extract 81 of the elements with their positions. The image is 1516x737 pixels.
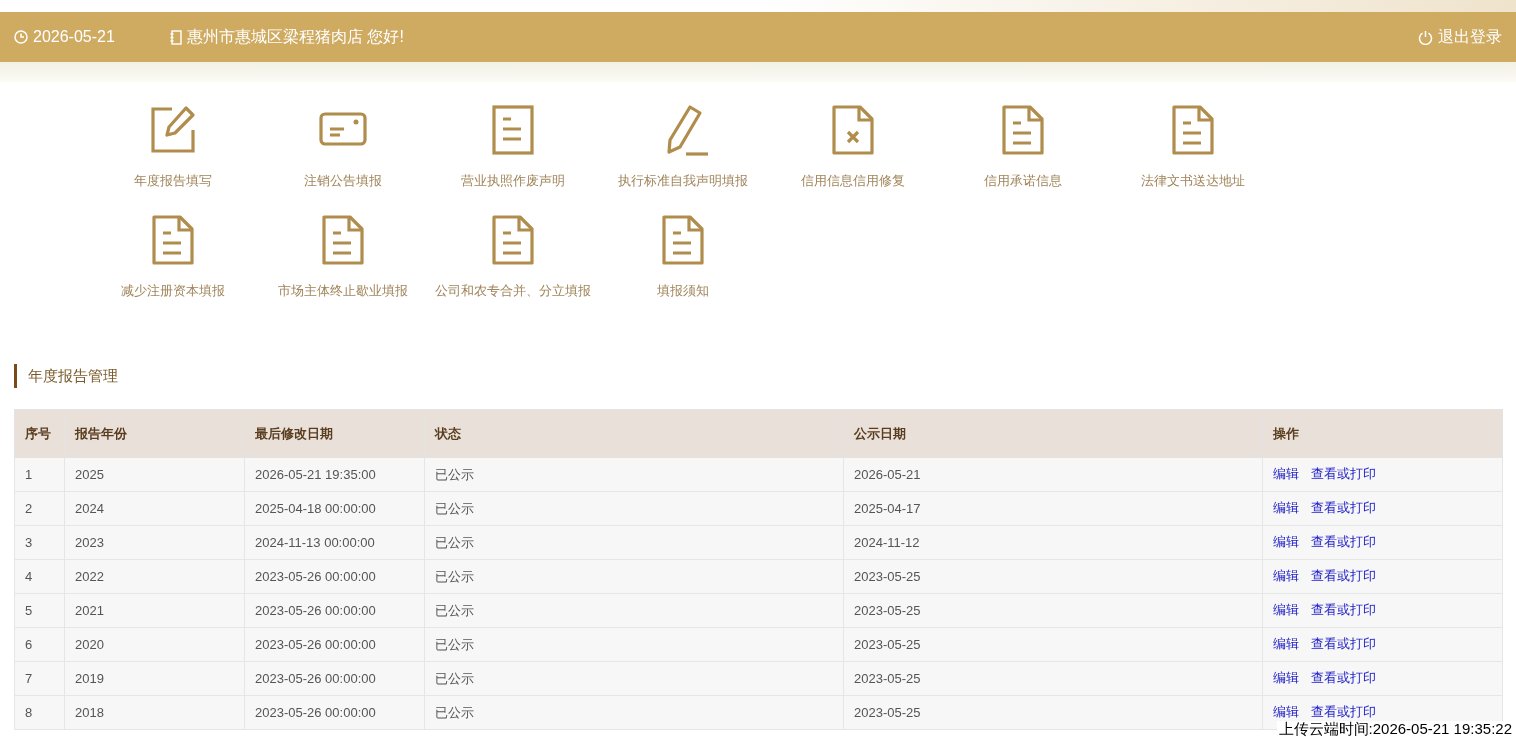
table-cell: 2	[14, 491, 65, 526]
edit-link[interactable]: 编辑	[1273, 634, 1299, 654]
column-header: 序号	[14, 409, 65, 458]
table-cell: 2023-05-26 00:00:00	[244, 627, 425, 662]
table-cell: 2023-05-25	[843, 593, 1263, 628]
table-cell: 2023-05-26 00:00:00	[244, 695, 425, 730]
table-cell: 4	[14, 559, 65, 594]
column-header: 报告年份	[64, 409, 245, 458]
view-print-link[interactable]: 查看或打印	[1311, 566, 1376, 586]
table-cell: 2023-05-26 00:00:00	[244, 661, 425, 696]
view-print-link[interactable]: 查看或打印	[1311, 532, 1376, 552]
shortcut-tile[interactable]: 填报须知	[598, 214, 768, 324]
table-cell: 7	[14, 661, 65, 696]
table-cell: 2025-04-17	[843, 491, 1263, 526]
shortcut-tile[interactable]: 信用承诺信息	[938, 104, 1108, 214]
table-cell: 2026-05-21 19:35:00	[244, 457, 425, 492]
column-header: 最后修改日期	[244, 409, 425, 458]
table-cell: 2023-05-25	[843, 559, 1263, 594]
shortcut-tile[interactable]: 年度报告填写	[88, 104, 258, 214]
view-print-link[interactable]: 查看或打印	[1311, 498, 1376, 518]
edit-link[interactable]: 编辑	[1273, 532, 1299, 552]
table-cell: 2018	[64, 695, 245, 730]
shortcut-tile[interactable]: 信用信息信用修复	[768, 104, 938, 214]
power-icon	[1418, 29, 1433, 45]
view-print-link[interactable]: 查看或打印	[1311, 702, 1376, 722]
table-cell: 2021	[64, 593, 245, 628]
table-cell: 已公示	[424, 661, 844, 696]
table-cell: 已公示	[424, 695, 844, 730]
table-cell: 2023-05-26 00:00:00	[244, 593, 425, 628]
table-cell: 1	[14, 457, 65, 492]
table-cell: 2023-05-25	[843, 627, 1263, 662]
column-header: 公示日期	[843, 409, 1263, 458]
shortcut-tile[interactable]: 执行标准自我声明填报	[598, 104, 768, 214]
table-cell: 已公示	[424, 593, 844, 628]
table-cell: 2019	[64, 661, 245, 696]
shortcut-tile[interactable]: 法律文书送达地址	[1108, 104, 1278, 214]
table-cell: 2024	[64, 491, 245, 526]
edit-link[interactable]: 编辑	[1273, 668, 1299, 688]
greeting-text: 惠州市惠城区梁程猪肉店 您好!	[187, 27, 404, 47]
table-cell: 已公示	[424, 525, 844, 560]
table-cell: 3	[14, 525, 65, 560]
table-cell: 8	[14, 695, 65, 730]
section-title: 年度报告管理	[28, 365, 118, 386]
notebook-icon	[170, 29, 182, 45]
shortcut-tile[interactable]: 减少注册资本填报	[88, 214, 258, 324]
edit-link[interactable]: 编辑	[1273, 566, 1299, 586]
table-cell: 2025	[64, 457, 245, 492]
table-cell: 2026-05-21	[843, 457, 1263, 492]
table-cell: 2023-05-26 00:00:00	[244, 559, 425, 594]
view-print-link[interactable]: 查看或打印	[1311, 600, 1376, 620]
table-cell: 已公示	[424, 627, 844, 662]
shortcut-tile[interactable]: 注销公告填报	[258, 104, 428, 214]
edit-link[interactable]: 编辑	[1273, 600, 1299, 620]
column-header: 状态	[424, 409, 844, 458]
edit-link[interactable]: 编辑	[1273, 498, 1299, 518]
table-cell: 已公示	[424, 491, 844, 526]
upload-timestamp: 上传云端时间:2026-05-21 19:35:22	[1276, 721, 1514, 737]
edit-link[interactable]: 编辑	[1273, 464, 1299, 484]
shortcut-tile[interactable]: 市场主体终止歇业填报	[258, 214, 428, 324]
table-cell: 2023	[64, 525, 245, 560]
table-cell: 已公示	[424, 559, 844, 594]
header-date: 2026-05-21	[33, 27, 115, 47]
table-cell: 5	[14, 593, 65, 628]
edit-link[interactable]: 编辑	[1273, 702, 1299, 722]
column-header: 操作	[1262, 409, 1503, 458]
table-cell: 2024-11-13 00:00:00	[244, 525, 425, 560]
view-print-link[interactable]: 查看或打印	[1311, 464, 1376, 484]
shortcut-tile[interactable]: 公司和农专合并、分立填报	[428, 214, 598, 324]
edit-icon	[148, 104, 198, 156]
table-cell: 6	[14, 627, 65, 662]
table-cell: 2025-04-18 00:00:00	[244, 491, 425, 526]
table-cell: 2022	[64, 559, 245, 594]
table-cell: 已公示	[424, 457, 844, 492]
table-cell: 2020	[64, 627, 245, 662]
view-print-link[interactable]: 查看或打印	[1311, 668, 1376, 688]
table-cell: 2023-05-25	[843, 695, 1263, 730]
view-print-link[interactable]: 查看或打印	[1311, 634, 1376, 654]
table-cell: 2024-11-12	[843, 525, 1263, 560]
clock-icon	[14, 30, 28, 44]
shortcut-tile[interactable]: 营业执照作废声明	[428, 104, 598, 214]
table-cell: 2023-05-25	[843, 661, 1263, 696]
